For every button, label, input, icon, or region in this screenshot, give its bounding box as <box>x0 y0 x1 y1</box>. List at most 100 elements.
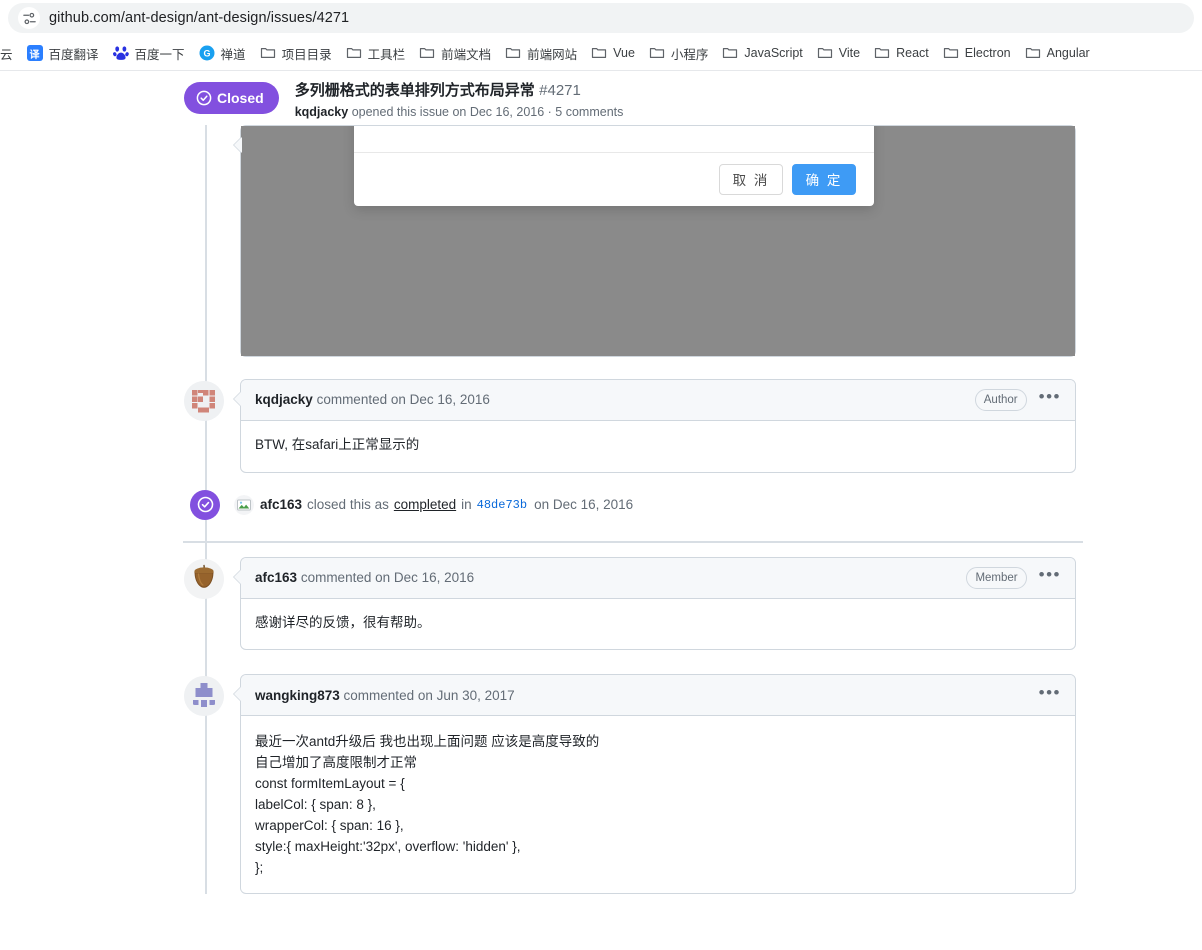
comment-timestamp: commented on Dec 16, 2016 <box>316 392 490 408</box>
bookmarks-bar: 云 译 百度翻译 百度一下 G 禅道 项目目录 工具栏 前端文档 前端网站 Vu… <box>0 36 1202 71</box>
bookmark-item-7[interactable]: 前端网站 <box>498 40 584 66</box>
bookmark-label: React <box>896 46 929 60</box>
timeline-comment-afc163: afc163 commented on Dec 16, 2016 Member … <box>184 556 1202 651</box>
event-state-link[interactable]: completed <box>394 497 456 512</box>
comment-menu-icon[interactable]: ••• <box>1039 684 1061 703</box>
bookmark-item-2[interactable]: 百度一下 <box>106 40 192 66</box>
bookmark-label: 前端网站 <box>527 47 578 62</box>
issue-header: Closed 多列栅格式的表单排列方式布局异常 #4271 kqdjacky o… <box>0 71 1202 131</box>
bookmark-item-12[interactable]: React <box>867 40 936 66</box>
ant-modal-footer: 取 消 确 定 <box>354 151 874 206</box>
folder-icon <box>505 45 521 61</box>
confirm-button[interactable]: 确 定 <box>792 163 856 195</box>
comment-container: kqdjacky commented on Dec 16, 2016 Autho… <box>233 378 1076 473</box>
event-verb: closed this as <box>307 497 389 513</box>
comment-line: 最近一次antd升级后 我也出现上面问题 应该是高度导致的 <box>255 734 600 750</box>
bookmark-item-0[interactable]: 云 <box>0 40 20 66</box>
bookmark-item-14[interactable]: Angular <box>1018 40 1097 66</box>
bookmark-item-9[interactable]: 小程序 <box>642 40 716 66</box>
address-bar[interactable]: github.com/ant-design/ant-design/issues/… <box>8 3 1194 33</box>
url-text: github.com/ant-design/ant-design/issues/… <box>49 10 350 26</box>
folder-icon <box>649 45 665 61</box>
bookmark-label: 小程序 <box>670 47 709 62</box>
bookmark-item-4[interactable]: 项目目录 <box>253 40 339 66</box>
status-badge[interactable]: Closed <box>184 82 279 114</box>
check-circle-icon <box>196 90 212 106</box>
bookmark-item-11[interactable]: Vite <box>810 40 867 66</box>
issue-subtitle: kqdjacky opened this issue on Dec 16, 20… <box>295 105 624 121</box>
bookmark-label: Electron <box>964 46 1011 60</box>
event-date: on Dec 16, 2016 <box>534 497 634 513</box>
comment-line: 自己增加了高度限制才正常 <box>255 755 417 771</box>
timeline-comment-wangking873: wangking873 commented on Jun 30, 2017 ••… <box>184 674 1202 894</box>
folder-icon <box>591 45 607 61</box>
acorn-avatar-icon <box>184 558 224 599</box>
issue-number: #4271 <box>539 82 581 99</box>
comment-author[interactable]: wangking873 <box>255 688 340 703</box>
kqdjacky-avatar-icon <box>184 380 224 421</box>
cancel-button[interactable]: 取 消 <box>719 163 783 195</box>
page-title: 多列栅格式的表单排列方式布局异常 #4271 <box>295 81 624 101</box>
comment-timestamp: commented on Dec 16, 2016 <box>300 570 475 586</box>
bookmark-label: 云 <box>0 47 13 62</box>
comment-header: afc163 commented on Dec 16, 2016 Member … <box>241 557 1075 599</box>
bookmark-label: Angular <box>1046 46 1090 60</box>
bookmark-item-1[interactable]: 译 百度翻译 <box>20 40 106 66</box>
event-actor[interactable]: afc163 <box>260 497 302 512</box>
bookmark-item-10[interactable]: JavaScript <box>715 40 809 66</box>
comment-paragraph: 感谢详尽的反馈，很有帮助。 <box>255 614 431 630</box>
site-settings-icon[interactable] <box>18 7 40 29</box>
issue-timeline: 电话： 移动电话： 公司： <box>0 124 1202 894</box>
bookmark-label: Vite <box>838 46 861 60</box>
check-circle-icon <box>190 489 220 520</box>
bookmark-label: 百度一下 <box>134 47 185 62</box>
comment-text: 感谢详尽的反馈，很有帮助。 <box>241 599 1075 650</box>
timeline-gap <box>184 650 1202 674</box>
timeline-comment-image: 电话： 移动电话： 公司： <box>184 124 1202 357</box>
bookmark-label: 前端文档 <box>441 47 492 62</box>
comment-line: }; <box>255 860 264 875</box>
avatar[interactable] <box>184 558 224 599</box>
comment-menu-icon[interactable]: ••• <box>1039 388 1061 407</box>
ant-modal-body: 电话： 移动电话： 公司： <box>354 126 874 152</box>
folder-icon <box>943 45 959 61</box>
bookmark-item-6[interactable]: 前端文档 <box>412 40 498 66</box>
folder-icon <box>260 45 276 61</box>
comment-line: style:{ maxHeight:'32px', overflow: 'hid… <box>255 839 521 855</box>
timeline-event-closed: afc163 closed this as completed in 48de7… <box>184 483 1202 527</box>
status-badge-label: Closed <box>217 90 264 106</box>
comment-menu-icon[interactable]: ••• <box>1039 566 1061 585</box>
timeline-comment-kqdjacky: kqdjacky commented on Dec 16, 2016 Autho… <box>184 378 1202 473</box>
svg-text:G: G <box>203 49 210 59</box>
folder-icon <box>346 45 362 61</box>
github-issue-page: Closed 多列栅格式的表单排列方式布局异常 #4271 kqdjacky o… <box>0 71 1202 941</box>
bookmark-label: Vue <box>613 46 635 60</box>
folder-icon <box>722 45 738 61</box>
browser-chrome: github.com/ant-design/ant-design/issues/… <box>0 0 1202 71</box>
bookmark-item-13[interactable]: Electron <box>936 40 1018 66</box>
avatar[interactable] <box>184 380 224 421</box>
bookmark-item-8[interactable]: Vue <box>584 40 642 66</box>
omnibox-row: github.com/ant-design/ant-design/issues/… <box>0 0 1202 36</box>
timeline-gap <box>184 357 1202 379</box>
bookmark-label: 禅道 <box>220 47 246 62</box>
bookmark-label: 项目目录 <box>281 47 332 62</box>
bookmark-item-5[interactable]: 工具栏 <box>339 40 413 66</box>
avatar[interactable] <box>184 676 224 717</box>
event-in-word: in <box>461 497 472 513</box>
comment-line: labelCol: { span: 8 }, <box>255 797 376 813</box>
comment-author[interactable]: afc163 <box>255 570 297 585</box>
comment-paragraph: BTW, 在safari上正常显示的 <box>255 436 420 452</box>
identicon-avatar-icon <box>184 676 224 717</box>
event-description: afc163 closed this as completed in 48de7… <box>234 494 634 515</box>
comment-body-container: 电话： 移动电话： 公司： <box>233 124 1076 357</box>
comment-text: BTW, 在safari上正常显示的 <box>241 421 1075 472</box>
bookmark-item-3[interactable]: G 禅道 <box>192 40 253 66</box>
issue-author-link[interactable]: kqdjacky <box>295 105 349 119</box>
bookmark-label: 工具栏 <box>367 47 406 62</box>
commit-sha-link[interactable]: 48de73b <box>477 498 527 512</box>
comment-container: wangking873 commented on Jun 30, 2017 ••… <box>233 674 1076 894</box>
embedded-screenshot[interactable]: 电话： 移动电话： 公司： <box>241 125 1075 356</box>
timeline-section-divider <box>183 540 1083 543</box>
comment-author[interactable]: kqdjacky <box>255 392 313 407</box>
